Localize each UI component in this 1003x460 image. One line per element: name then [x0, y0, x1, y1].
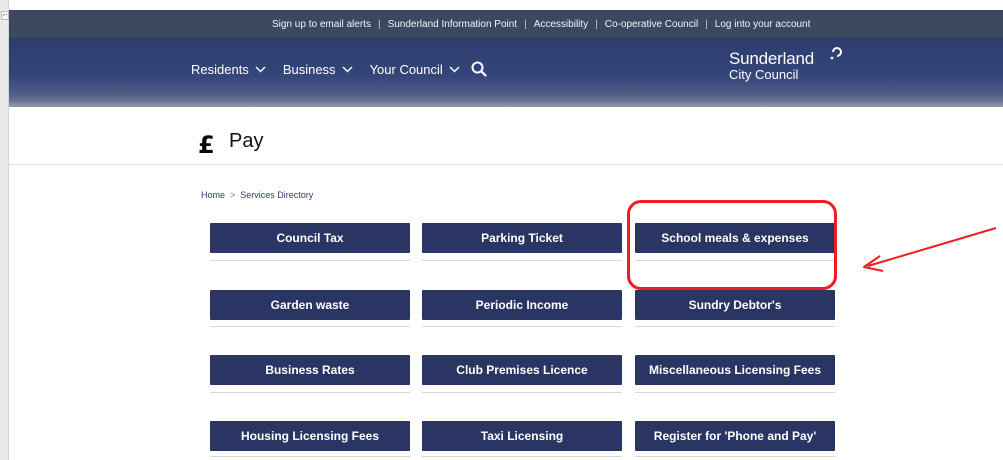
tile-divider	[210, 326, 410, 327]
information-point-link[interactable]: Sunderland Information Point	[388, 19, 518, 30]
tile-divider	[635, 456, 835, 457]
chevron-down-icon	[255, 65, 266, 73]
logo-line1: Sunderland	[729, 49, 814, 68]
tile-divider	[422, 456, 622, 457]
tile-divider	[210, 456, 410, 457]
pound-icon: £	[198, 131, 215, 159]
service-tile-club-premises-licence[interactable]: Club Premises Licence	[422, 355, 622, 385]
utility-topbar: Sign up to email alerts | Sunderland Inf…	[9, 10, 1003, 38]
service-tile-misc-licensing-fees[interactable]: Miscellaneous Licensing Fees	[635, 355, 835, 385]
service-tile-sundry-debtors[interactable]: Sundry Debtor's	[635, 290, 835, 320]
topbar-separator: |	[595, 18, 598, 30]
breadcrumb-home[interactable]: Home	[201, 190, 225, 200]
council-logo[interactable]: Sunderland City Council	[729, 47, 842, 82]
main-nav: Residents Business Your Council	[191, 61, 487, 77]
service-tile-taxi-licensing[interactable]: Taxi Licensing	[422, 421, 622, 451]
tile-divider	[422, 392, 622, 393]
logo-line2: City Council	[729, 67, 799, 82]
topbar-separator: |	[377, 18, 381, 30]
tile-divider	[210, 260, 410, 261]
nav-residents[interactable]: Residents	[191, 62, 266, 77]
breadcrumb-separator: >	[230, 190, 236, 200]
accessibility-link[interactable]: Accessibility	[534, 19, 588, 30]
tile-divider	[422, 260, 622, 261]
chevron-down-icon	[342, 65, 353, 73]
corner-handle-icon[interactable]: ⌐	[1, 11, 9, 20]
service-tile-business-rates[interactable]: Business Rates	[210, 355, 410, 385]
email-alerts-link[interactable]: Sign up to email alerts	[272, 19, 371, 30]
service-tile-housing-licensing-fees[interactable]: Housing Licensing Fees	[210, 421, 410, 451]
service-tile-garden-waste[interactable]: Garden waste	[210, 290, 410, 320]
tile-divider	[210, 392, 410, 393]
search-icon[interactable]	[471, 61, 487, 77]
service-tile-council-tax[interactable]: Council Tax	[210, 223, 410, 253]
cooperative-council-link[interactable]: Co-operative Council	[605, 19, 698, 30]
nav-your-council[interactable]: Your Council	[370, 62, 460, 77]
breadcrumb: Home > Services Directory	[201, 190, 313, 200]
tile-divider	[635, 326, 835, 327]
topbar-links: Sign up to email alerts | Sunderland Inf…	[272, 10, 810, 38]
service-tile-phone-and-pay[interactable]: Register for 'Phone and Pay'	[635, 421, 835, 451]
site-header: Residents Business Your Council Sunderla…	[9, 38, 1003, 107]
page-title-bar: £ Pay	[9, 107, 1003, 165]
login-link[interactable]: Log into your account	[715, 19, 811, 30]
annotation-highlight-box	[627, 200, 837, 290]
nav-residents-label: Residents	[191, 61, 249, 77]
window-left-gutter: ⌐	[0, 0, 9, 460]
topbar-separator: |	[705, 18, 708, 30]
breadcrumb-services-directory[interactable]: Services Directory	[240, 190, 313, 200]
nav-business[interactable]: Business	[283, 62, 353, 77]
page-title: Pay	[229, 130, 264, 152]
logo-mark-icon	[830, 47, 842, 60]
service-tile-parking-ticket[interactable]: Parking Ticket	[422, 223, 622, 253]
annotation-arrow-icon	[863, 227, 997, 272]
service-tile-periodic-income[interactable]: Periodic Income	[422, 290, 622, 320]
topbar-separator: |	[524, 18, 527, 30]
tile-divider	[635, 392, 835, 393]
nav-business-label: Business	[282, 61, 336, 77]
tile-divider	[422, 326, 622, 327]
chevron-down-icon	[449, 65, 460, 73]
nav-your-council-label: Your Council	[369, 61, 443, 77]
